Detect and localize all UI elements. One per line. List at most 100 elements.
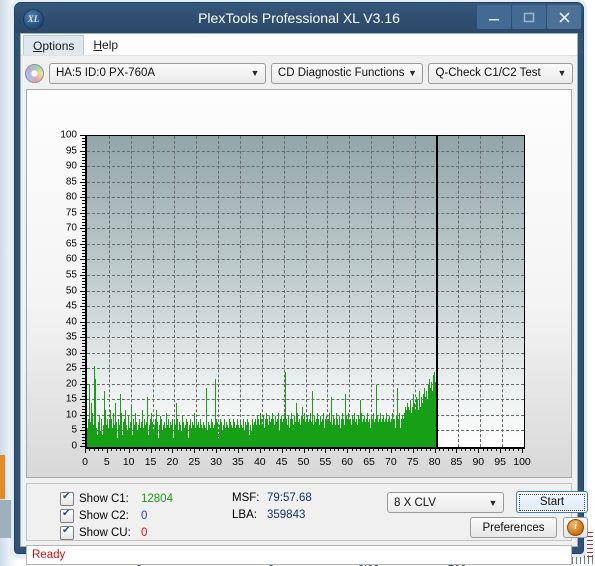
y-axis-minor-tick (82, 324, 85, 326)
y-axis-minor-tick (82, 274, 85, 276)
x-axis-minor-tick (338, 448, 340, 451)
x-axis-minor-tick (399, 448, 401, 451)
start-button[interactable]: Start (516, 491, 588, 513)
x-axis-minor-tick (259, 448, 261, 451)
x-axis-minor-tick (133, 448, 135, 451)
x-axis-minor-tick (386, 448, 388, 451)
close-button[interactable] (547, 5, 581, 29)
y-axis-minor-tick (82, 352, 85, 354)
x-axis-minor-tick (111, 448, 113, 451)
y-axis-tick-label: 35 (65, 331, 77, 343)
show-c2-row[interactable]: Show C2: 0 (60, 508, 148, 523)
y-axis-minor-tick (82, 334, 85, 336)
y-axis-minor-tick (82, 380, 85, 382)
show-c2-checkbox[interactable] (60, 508, 74, 523)
x-axis-tick-label: 55 (319, 456, 332, 468)
x-axis-minor-tick (360, 448, 362, 451)
plot-area-wrapper: 0 5 10 15 20 25 30 35 40 45 50 55 60 65 70 75 80 85 90 95 10… (60, 130, 530, 469)
y-axis-tick-label: 65 (65, 238, 77, 250)
x-axis-tick-label: 20 (166, 456, 179, 468)
menu-item-help[interactable]: Help (84, 34, 127, 55)
c2-count-value: 0 (141, 510, 148, 522)
y-axis-tick-label: 85 (65, 176, 77, 188)
drive-select[interactable]: HA:5 ID:0 PX-760A ▼ (49, 62, 266, 84)
y-axis-minor-tick (82, 337, 85, 339)
x-axis-tick-label: 85 (450, 456, 463, 468)
y-axis-minor-tick (82, 362, 85, 364)
y-axis-tick-label: 25 (65, 362, 77, 374)
y-axis-minor-tick (82, 436, 85, 438)
x-axis-minor-tick (478, 448, 480, 451)
maximize-button[interactable] (512, 5, 546, 29)
x-axis-minor-tick (255, 448, 257, 451)
x-axis-minor-tick (312, 448, 314, 451)
x-axis-minor-tick (303, 448, 305, 451)
x-axis-minor-tick (141, 448, 143, 451)
title-bar[interactable]: XL PlexTools Professional XL V3.16 (15, 3, 583, 33)
speed-select[interactable]: 8 X CLV ▼ (387, 492, 504, 513)
x-axis-tick-label: 45 (275, 456, 288, 468)
x-axis-tick-label: 70 (385, 456, 397, 468)
info-icon: i (567, 519, 584, 536)
y-axis-minor-tick (82, 281, 85, 283)
test-select[interactable]: Q-Check C1/C2 Test ▼ (428, 62, 573, 84)
x-axis-minor-tick (425, 448, 427, 451)
x-axis-minor-tick (176, 448, 178, 451)
y-axis-minor-tick (82, 253, 85, 255)
x-axis-minor-tick (281, 448, 283, 451)
x-axis-tick-label: 95 (494, 456, 506, 468)
background-red-dotted-line (587, 532, 593, 558)
show-c1-row[interactable]: Show C1: 12804 (60, 491, 173, 506)
y-axis-minor-tick (82, 306, 85, 308)
x-axis-minor-tick (194, 448, 196, 451)
chevron-down-icon: ▼ (488, 497, 498, 508)
selector-toolbar: HA:5 ID:0 PX-760A ▼ CD Diagnostic Functi… (21, 56, 577, 87)
show-c1-checkbox[interactable] (60, 491, 74, 506)
x-axis-minor-tick (404, 448, 405, 451)
y-axis-minor-tick (82, 209, 85, 211)
y-axis-minor-tick (82, 446, 85, 447)
x-axis-minor-tick (224, 448, 226, 451)
y-axis-minor-tick (82, 368, 85, 370)
x-axis-minor-tick (128, 448, 130, 451)
menu-item-options[interactable]: OOptionsptions (23, 35, 85, 55)
y-axis-minor-tick (82, 225, 85, 227)
y-axis-minor-tick (82, 408, 85, 410)
y-axis-minor-tick (82, 166, 85, 168)
y-axis-minor-tick (82, 262, 85, 264)
y-axis-minor-tick (82, 184, 85, 186)
x-axis-minor-tick (85, 448, 86, 451)
chevron-down-icon: ▼ (408, 68, 417, 78)
y-axis-minor-tick (82, 284, 85, 286)
x-axis-tick-label: 25 (188, 456, 201, 468)
lba-label: LBA: (232, 509, 257, 521)
y-axis-minor-tick (82, 206, 85, 208)
show-c1-label: Show C1: (79, 493, 129, 505)
x-axis-tick-label: 65 (363, 456, 375, 468)
x-axis-minor-tick (482, 448, 484, 451)
x-axis-minor-tick (211, 448, 213, 451)
show-cu-checkbox[interactable] (60, 525, 74, 540)
x-axis-minor-tick (316, 448, 318, 451)
x-axis-minor-tick (469, 448, 471, 451)
x-axis-minor-tick (168, 448, 170, 451)
y-axis-minor-tick (82, 197, 85, 199)
y-axis-minor-tick (82, 156, 85, 158)
show-cu-row[interactable]: Show CU: 0 (60, 525, 147, 540)
function-select[interactable]: CD Diagnostic Functions ▼ (270, 62, 424, 84)
x-axis-minor-tick (229, 448, 231, 451)
y-axis-minor-tick (82, 234, 85, 236)
y-axis-minor-tick (82, 424, 85, 426)
x-axis-minor-tick (329, 448, 331, 451)
info-button[interactable]: i (563, 517, 588, 538)
preferences-button[interactable]: Preferences (470, 517, 557, 538)
x-axis-minor-tick (395, 448, 397, 451)
y-axis-minor-tick (82, 442, 85, 444)
y-axis-minor-tick (82, 178, 85, 180)
minimize-button[interactable] (477, 5, 511, 29)
chart-plot-area[interactable] (85, 135, 525, 449)
y-axis-minor-tick (82, 278, 85, 280)
y-axis-minor-tick (82, 243, 85, 245)
x-axis-minor-tick (286, 448, 288, 451)
x-axis-minor-tick (102, 448, 104, 451)
